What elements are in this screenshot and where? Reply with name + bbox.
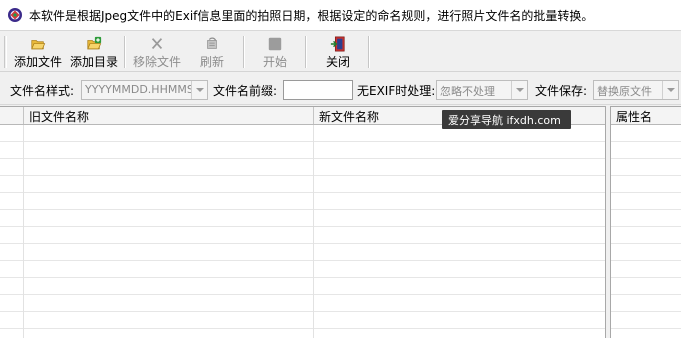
refresh-icon — [207, 37, 217, 49]
save-mode-label: 文件保存: — [535, 84, 588, 98]
add-directory-button[interactable]: 添加目录 — [67, 34, 121, 70]
refresh-label: 刷新 — [199, 55, 224, 69]
row-indicator-header — [0, 107, 24, 124]
open-folder-icon — [31, 40, 46, 50]
add-file-button[interactable]: 添加文件 — [12, 34, 64, 70]
column-header-old-name[interactable]: 旧文件名称 — [24, 107, 314, 124]
watermark-tooltip: 爱分享导航 ifxdh.com — [442, 110, 571, 129]
remove-x-icon — [151, 38, 163, 50]
toolbar: 添加文件 添加目录 移除文件 刷新 开始 关闭 — [0, 32, 681, 72]
prefix-label: 文件名前缀: — [213, 84, 278, 98]
chevron-down-icon[interactable] — [511, 81, 527, 99]
close-label: 关闭 — [325, 55, 350, 69]
add-file-label: 添加文件 — [13, 55, 62, 69]
no-exif-select[interactable]: 忽略不处理 — [436, 80, 528, 100]
property-list-body[interactable] — [611, 125, 681, 338]
chevron-down-icon[interactable] — [191, 81, 207, 99]
remove-file-button[interactable]: 移除文件 — [130, 34, 184, 70]
toolbar-separator — [368, 36, 370, 68]
no-exif-label: 无EXIF时处理: — [357, 84, 436, 98]
start-label: 开始 — [262, 55, 287, 69]
add-folder-icon — [87, 36, 102, 50]
title-bar: 本软件是根据Jpeg文件中的Exif信息里面的拍照日期，根据设定的命名规则，进行… — [0, 0, 681, 31]
toolbar-separator — [243, 36, 245, 68]
options-bar: 文件名样式: YYYYMMDD.HHMMSS 文件名前缀: 无EXIF时处理: … — [0, 73, 681, 105]
stop-square-icon — [268, 37, 282, 51]
exit-door-icon — [330, 36, 345, 52]
refresh-button[interactable]: 刷新 — [193, 34, 231, 70]
toolbar-separator — [124, 36, 126, 68]
close-button[interactable]: 关闭 — [319, 34, 357, 70]
property-panel[interactable]: 属性名 — [610, 106, 681, 338]
toolbar-separator — [305, 36, 307, 68]
filename-style-select[interactable]: YYYYMMDD.HHMMSS — [81, 80, 208, 100]
grid-column-line — [23, 125, 24, 338]
no-exif-value: 忽略不处理 — [440, 85, 495, 98]
filename-style-value: YYYYMMDD.HHMMSS — [85, 83, 201, 96]
remove-file-label: 移除文件 — [132, 55, 181, 69]
prefix-input[interactable] — [283, 80, 353, 100]
file-list-grid[interactable]: 旧文件名称 新文件名称 — [0, 106, 606, 338]
app-icon — [8, 8, 22, 22]
file-list-body[interactable] — [0, 125, 605, 338]
chevron-down-icon[interactable] — [662, 81, 678, 99]
save-mode-select[interactable]: 替换原文件 — [593, 80, 679, 100]
save-mode-value: 替换原文件 — [597, 85, 652, 98]
filename-style-label: 文件名样式: — [10, 84, 75, 98]
add-directory-label: 添加目录 — [69, 55, 118, 69]
toolbar-grip[interactable] — [4, 36, 7, 68]
grid-column-line — [313, 125, 314, 338]
window-title: 本软件是根据Jpeg文件中的Exif信息里面的拍照日期，根据设定的命名规则，进行… — [29, 8, 594, 23]
start-button[interactable]: 开始 — [256, 34, 294, 70]
property-name-header[interactable]: 属性名 — [611, 107, 681, 125]
